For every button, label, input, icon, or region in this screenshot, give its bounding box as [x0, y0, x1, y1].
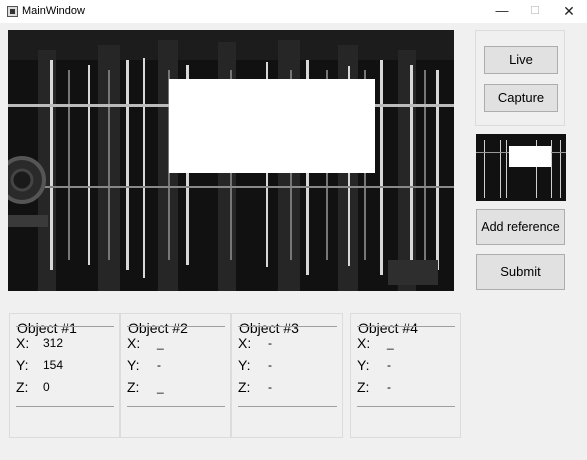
add-reference-button[interactable]: Add reference	[476, 209, 565, 245]
object-2-z-value: _	[157, 380, 164, 394]
object-1-x-label: X:	[16, 335, 30, 351]
object-2-y-label: Y:	[127, 357, 140, 373]
object-4-y-value: -	[387, 358, 391, 372]
object-3-title: Object #3	[239, 320, 299, 336]
object-2-y-value: -	[157, 358, 161, 372]
object-3-z-label: Z:	[238, 379, 251, 395]
live-button[interactable]: Live	[484, 46, 558, 74]
object-1-y-value: 154	[43, 358, 64, 372]
object-3-x-value: -	[268, 336, 272, 350]
object-3-y-label: Y:	[238, 357, 251, 373]
object-3-title-divider	[238, 326, 337, 327]
object-4-title-divider	[357, 326, 455, 327]
object-3-z-value: -	[268, 380, 272, 394]
object-1-title-divider	[16, 326, 114, 327]
object-2-group: Object #2 X: _ Y: - Z: _	[120, 313, 231, 438]
thumbnail-image	[476, 134, 566, 201]
object-3-y-value: -	[268, 358, 272, 372]
app-icon	[7, 6, 18, 17]
object-2-z-label: Z:	[127, 379, 140, 395]
object-2-x-value: _	[157, 336, 164, 350]
submit-button[interactable]: Submit	[476, 254, 565, 290]
object-2-title-divider	[127, 326, 225, 327]
minimize-button[interactable]: —	[485, 0, 519, 23]
window-title: MainWindow	[22, 5, 85, 17]
object-4-bottom-divider	[357, 406, 455, 407]
object-3-x-label: X:	[238, 335, 252, 351]
object-1-x-value: 312	[43, 336, 64, 350]
object-4-z-label: Z:	[357, 379, 370, 395]
object-2-bottom-divider	[127, 406, 225, 407]
object-4-title: Object #4	[358, 320, 418, 336]
title-bar: MainWindow — ☐ ✕	[0, 0, 587, 23]
object-4-y-label: Y:	[357, 357, 370, 373]
object-4-group: Object #4 X: _ Y: - Z: -	[350, 313, 461, 438]
camera-view	[8, 30, 454, 291]
reference-thumbnail	[476, 134, 566, 201]
camera-image	[8, 30, 454, 291]
object-4-z-value: -	[387, 380, 391, 394]
object-2-title: Object #2	[128, 320, 188, 336]
object-1-group: Object #1 X: 312 Y: 154 Z: 0	[9, 313, 120, 438]
maximize-button[interactable]: ☐	[518, 0, 552, 23]
object-1-z-label: Z:	[16, 379, 29, 395]
close-button[interactable]: ✕	[552, 0, 586, 23]
object-1-title: Object #1	[17, 320, 77, 336]
capture-button[interactable]: Capture	[484, 84, 558, 112]
object-1-z-value: 0	[43, 380, 50, 394]
object-3-bottom-divider	[238, 406, 337, 407]
object-1-y-label: Y:	[16, 357, 29, 373]
object-4-x-label: X:	[357, 335, 371, 351]
object-4-x-value: _	[387, 336, 394, 350]
object-2-x-label: X:	[127, 335, 141, 351]
object-3-group: Object #3 X: - Y: - Z: -	[231, 313, 343, 438]
object-1-bottom-divider	[16, 406, 114, 407]
